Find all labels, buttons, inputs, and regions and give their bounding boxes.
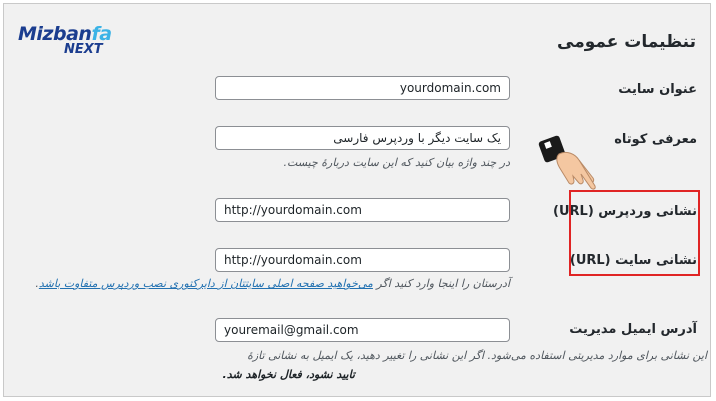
tagline-description: در چند واژه بیان کنید که این سایت درباره… [283,156,510,169]
wp-address-input[interactable]: http://yourdomain.com [215,198,510,222]
site-title-label: عنوان سایت [618,82,697,97]
admin-email-input[interactable]: youremail@gmail.com [215,318,510,342]
admin-email-description-bold: تایید نشود، فعال نخواهد شد. [222,368,355,381]
site-address-description: آدرستان را اینجا وارد کنید اگر می‌خواهید… [35,277,510,290]
url-highlight-box [569,190,700,276]
pointing-hand-icon [537,128,601,194]
page-title: تنظیمات عمومی [557,32,696,52]
brand-logo: Mizbanfa NEXT [18,24,128,64]
logo-sub-text: NEXT [64,42,103,57]
settings-panel: Mizbanfa NEXT تنظیمات عمومی عنوان سایت y… [3,3,711,397]
site-address-input[interactable]: http://yourdomain.com [215,248,510,272]
admin-email-description: این نشانی برای موارد مدیریتی استفاده می‌… [247,349,707,362]
site-title-input[interactable]: yourdomain.com [215,76,510,100]
admin-email-label: آدرس ایمیل مدیریت [569,322,697,337]
tagline-input[interactable]: یک سایت دیگر با وردپرس فارسی [215,126,510,150]
tagline-label: معرفی کوتاه [614,132,697,147]
logo-main-text: Mizbanfa [18,23,112,45]
site-address-help-link[interactable]: می‌خواهید صفحه اصلی سایتتان از دایرکتوری… [39,277,373,290]
